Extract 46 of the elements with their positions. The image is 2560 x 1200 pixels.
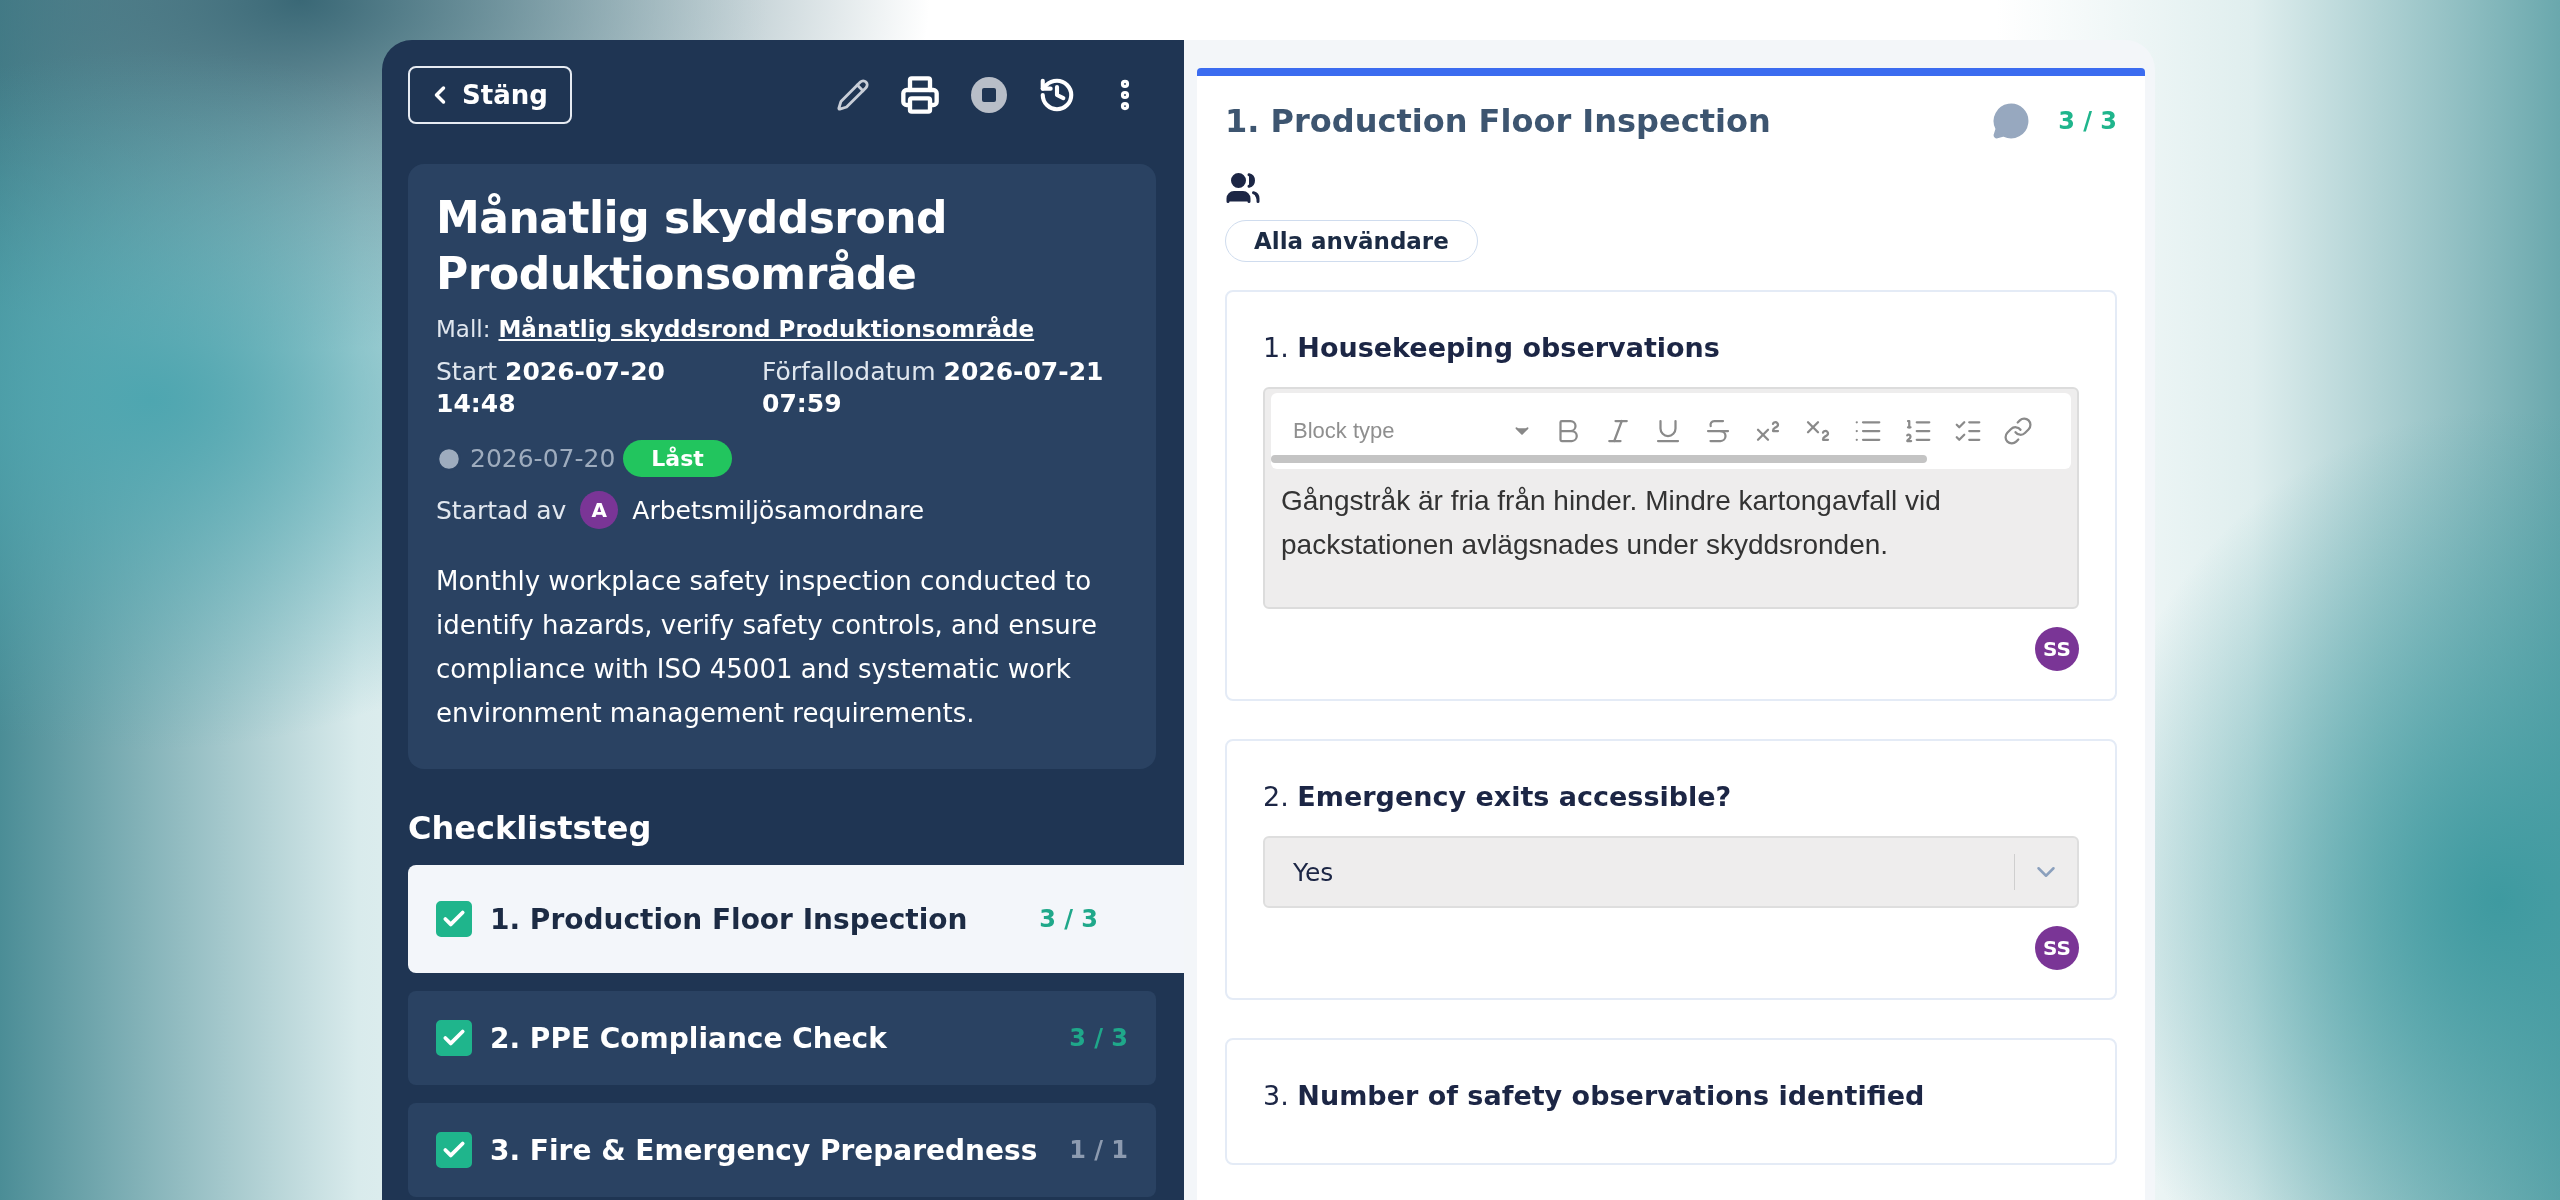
user-name: Arbetsmiljösamordnare [632,495,925,525]
due-date: Förfallodatum 2026-07-21 07:59 [762,356,1105,420]
answer-text: Gångstråk är fria från hinder. Mindre kartongavfall vid packstationen avlägsnades under skyddsronden. [1280,484,1942,562]
edit-icon[interactable] [836,78,870,112]
question-title: Housekeeping observations [1297,332,1720,363]
question-title: Emergency exits accessible? [1297,781,1732,812]
step-item[interactable]: 2. PPE Compliance Check 3 / 3 [408,991,1156,1085]
answer-dropdown[interactable]: Yes [1263,836,2079,908]
checkbox[interactable] [436,901,472,937]
checkbox[interactable] [436,1020,472,1056]
user-avatar: SS [2035,926,2079,970]
print-icon[interactable] [900,75,940,115]
step-item[interactable]: 3. Fire & Emergency Preparedness 1 / 1 [408,1103,1156,1197]
close-button[interactable]: Stäng [408,66,572,124]
rich-text-editor[interactable]: Block type Gångstråk är fria från hinder. Mindre kartongavfall vid packstationen avlägsnades under skyddsronden. [1263,387,2079,609]
question-number: 2. [1263,781,1290,812]
stop-icon[interactable] [970,76,1008,114]
started-by-label: Startad av [436,495,567,525]
step-item[interactable]: 1. Production Floor Inspection 3 / 3 [408,865,1184,973]
section-count: 3 / 3 [2058,107,2117,135]
template-link[interactable]: Månatlig skyddsrond Produktionsområde [498,316,1035,342]
user-avatar: A [580,491,619,529]
step-label: 2. PPE Compliance Check [490,1021,888,1055]
question-number: 3. [1263,1080,1290,1111]
history-icon[interactable] [1038,76,1076,114]
question-number: 1. [1263,332,1290,363]
step-label: 3. Fire & Emergency Preparedness [490,1133,1039,1167]
step-label: 1. Production Floor Inspection [490,902,969,936]
status-badge: Låst [623,440,732,477]
template-label: Mall: [436,316,491,342]
steps-heading: Checkliststeg [408,809,653,847]
user-avatar: SS [2035,627,2079,671]
users-icon [1225,170,1261,206]
step-count: 1 / 1 [1069,1136,1128,1164]
step-count: 3 / 3 [1039,905,1098,933]
comment-icon[interactable] [1992,102,2031,140]
question-title: Number of safety observations identified [1297,1080,1925,1111]
section-title: 1. Production Floor Inspection [1225,102,1772,140]
checklist-title: Månatlig skyddsrond Produktionsområde [436,191,949,301]
scrollbar[interactable] [1271,455,1927,463]
checklist-description: Monthly workplace safety inspection conducted to identify hazards, verify safety controls, and ensure compliance with ISO 45001 and systematic work environment management requirements. [436,565,1098,730]
date-text: 2026-07-20 [470,444,616,473]
link-icon[interactable] [2003,416,2033,446]
step-count: 3 / 3 [1069,1024,1128,1052]
checkbox[interactable] [436,1132,472,1168]
start-date: Start 2026-07-20 14:48 [436,356,666,420]
